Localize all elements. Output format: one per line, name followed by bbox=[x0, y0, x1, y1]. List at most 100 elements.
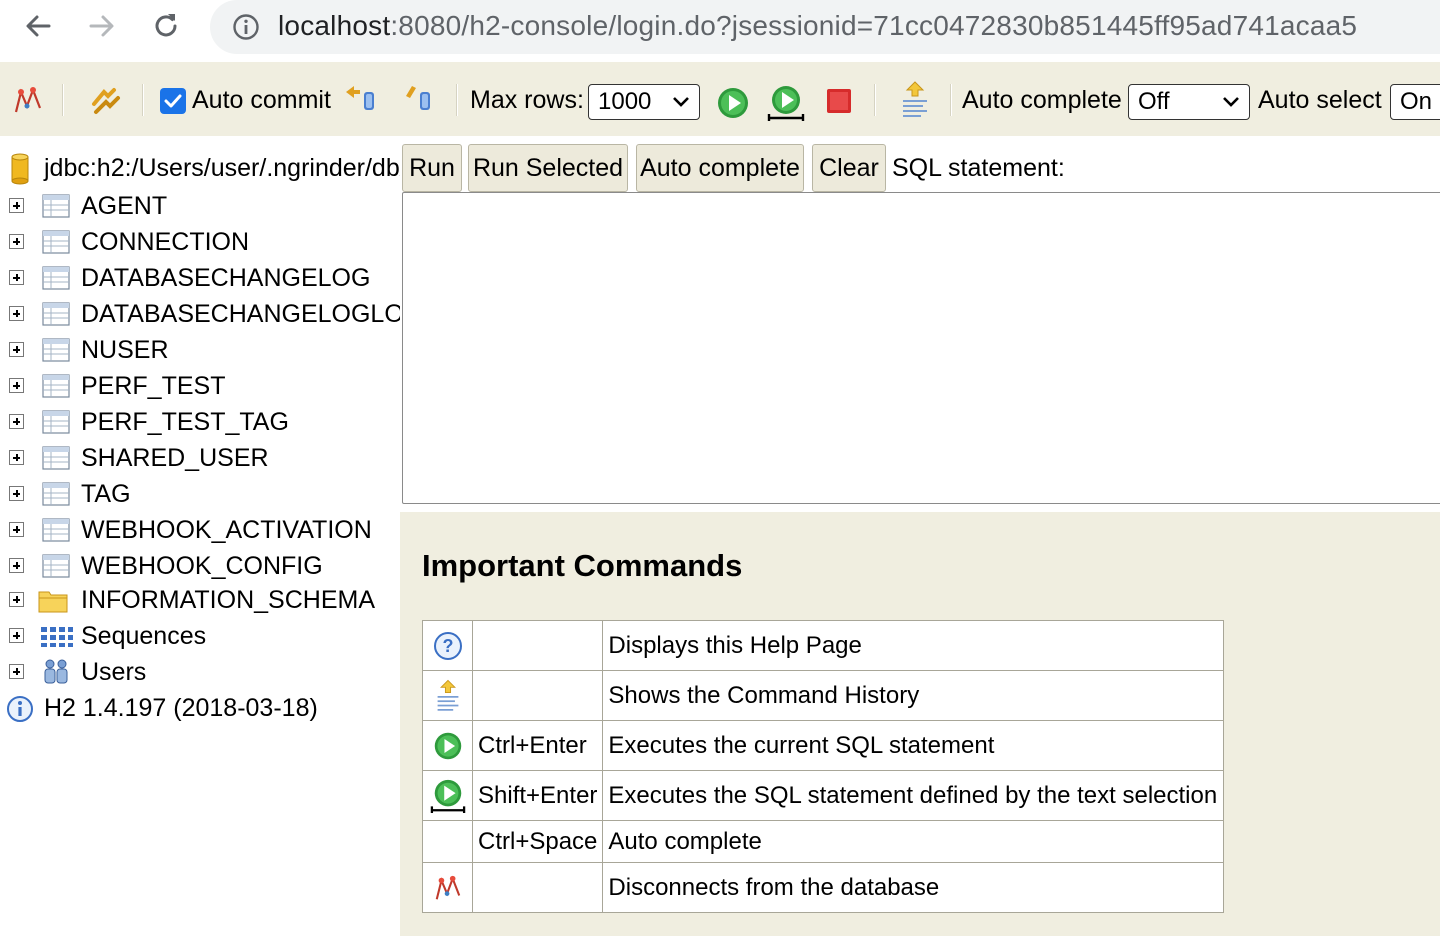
history-icon[interactable] bbox=[900, 80, 930, 120]
history-icon bbox=[435, 677, 461, 715]
help-shortcut: Shift+Enter bbox=[471, 770, 604, 821]
tree-table-row[interactable]: CONNECTION bbox=[0, 224, 400, 260]
run-selected-button[interactable]: Run Selected bbox=[468, 144, 628, 192]
help-title: Important Commands bbox=[422, 548, 743, 583]
tree-table-row[interactable]: AGENT bbox=[0, 188, 400, 224]
help-row: ? Displays this Help Page bbox=[422, 620, 1225, 671]
tree-users-label: Users bbox=[81, 658, 147, 686]
commit-icon[interactable] bbox=[402, 84, 436, 114]
expand-icon[interactable] bbox=[9, 342, 24, 357]
expand-icon[interactable] bbox=[9, 486, 24, 501]
tree-table-label: PERF_TEST bbox=[81, 372, 226, 400]
expand-icon[interactable] bbox=[9, 306, 24, 321]
auto-complete-label: Auto complete bbox=[962, 86, 1122, 114]
tree-sequences-row[interactable]: Sequences bbox=[0, 618, 400, 654]
back-button[interactable] bbox=[16, 6, 60, 46]
tree-table-row[interactable]: TAG bbox=[0, 476, 400, 512]
result-panel: Important Commands ? Displays this Help P… bbox=[400, 512, 1440, 936]
help-icon-cell bbox=[422, 720, 473, 771]
expand-icon[interactable] bbox=[9, 664, 24, 679]
help-shortcut bbox=[471, 620, 604, 671]
folder-icon bbox=[38, 591, 68, 613]
h2-toolbar: Auto commit Max rows: 1000 Auto complete… bbox=[0, 62, 1440, 136]
max-rows-value: 1000 bbox=[598, 88, 652, 115]
expand-icon[interactable] bbox=[9, 450, 24, 465]
tree-sequences-label: Sequences bbox=[81, 622, 207, 650]
refresh-icon[interactable] bbox=[88, 84, 122, 118]
tree-table-label: WEBHOOK_ACTIVATION bbox=[81, 516, 372, 544]
tree-table-label: NUSER bbox=[81, 336, 169, 364]
tree-table-label: DATABASECHANGELOGLOCK bbox=[81, 300, 400, 328]
run-selected-icon[interactable] bbox=[766, 84, 806, 122]
tree-table-row[interactable]: PERF_TEST bbox=[0, 368, 400, 404]
tree-table-row[interactable]: NUSER bbox=[0, 332, 400, 368]
disconnect-icon[interactable] bbox=[12, 84, 44, 116]
help-icon-cell: ? bbox=[422, 620, 473, 671]
tree-table-row[interactable]: PERF_TEST_TAG bbox=[0, 404, 400, 440]
browser-chrome: localhost:8080/h2-console/login.do?jsess… bbox=[0, 0, 1440, 56]
tree-users-row[interactable]: Users bbox=[0, 654, 400, 690]
help-row: Shows the Command History bbox=[422, 670, 1225, 721]
table-icon bbox=[42, 266, 70, 290]
expand-icon[interactable] bbox=[9, 198, 24, 213]
stop-icon[interactable] bbox=[826, 88, 852, 114]
reload-button[interactable] bbox=[144, 6, 188, 46]
toolbar-separator bbox=[142, 84, 144, 116]
help-description: Executes the current SQL statement bbox=[602, 720, 1225, 771]
max-rows-select[interactable]: 1000 bbox=[588, 84, 700, 120]
tree-table-row[interactable]: DATABASECHANGELOG bbox=[0, 260, 400, 296]
expand-icon[interactable] bbox=[9, 522, 24, 537]
help-shortcut bbox=[471, 670, 604, 721]
table-icon bbox=[42, 338, 70, 362]
forward-arrow-icon bbox=[89, 15, 114, 37]
expand-icon[interactable] bbox=[9, 592, 24, 607]
rollback-icon[interactable] bbox=[342, 84, 378, 114]
tree-table-label: DATABASECHANGELOG bbox=[81, 264, 371, 292]
sql-statement-label: SQL statement: bbox=[892, 154, 1065, 182]
run-icon[interactable] bbox=[716, 86, 750, 120]
expand-icon[interactable] bbox=[9, 270, 24, 285]
forward-button[interactable] bbox=[80, 6, 124, 46]
tree-connection-row[interactable]: jdbc:h2:/Users/user/.ngrinder/db/ bbox=[0, 150, 400, 186]
expand-icon[interactable] bbox=[9, 378, 24, 393]
tree-table-label: SHARED_USER bbox=[81, 444, 269, 472]
expand-icon[interactable] bbox=[9, 414, 24, 429]
tree-version-label: H2 1.4.197 (2018-03-18) bbox=[44, 694, 318, 722]
expand-icon[interactable] bbox=[9, 234, 24, 249]
table-icon bbox=[42, 302, 70, 326]
site-info-icon[interactable] bbox=[232, 13, 260, 41]
clear-button[interactable]: Clear bbox=[812, 144, 886, 192]
table-icon bbox=[42, 554, 70, 578]
run-selected-icon bbox=[429, 778, 467, 814]
table-icon bbox=[42, 230, 70, 254]
expand-icon[interactable] bbox=[9, 558, 24, 573]
tree-table-row[interactable]: WEBHOOK_CONFIG bbox=[0, 548, 400, 584]
tree-schema-row[interactable]: INFORMATION_SCHEMA bbox=[0, 582, 400, 618]
tree-table-row[interactable]: WEBHOOK_ACTIVATION bbox=[0, 512, 400, 548]
toolbar-separator bbox=[950, 84, 952, 116]
tree-connection-label: jdbc:h2:/Users/user/.ngrinder/db/ bbox=[44, 154, 400, 182]
auto-complete-button[interactable]: Auto complete bbox=[636, 144, 804, 192]
tree-table-row[interactable]: DATABASECHANGELOGLOCK bbox=[0, 296, 400, 332]
sql-input[interactable] bbox=[402, 192, 1440, 504]
auto-commit-checkbox[interactable] bbox=[160, 88, 186, 114]
address-bar[interactable]: localhost:8080/h2-console/login.do?jsess… bbox=[210, 0, 1440, 54]
help-description: Disconnects from the database bbox=[602, 862, 1225, 913]
auto-select-label: Auto select bbox=[1258, 86, 1382, 114]
run-button[interactable]: Run bbox=[402, 144, 462, 192]
help-row: Ctrl+Space Auto complete bbox=[422, 820, 1225, 863]
auto-complete-select[interactable]: Off bbox=[1128, 84, 1250, 120]
tree-table-row[interactable]: SHARED_USER bbox=[0, 440, 400, 476]
max-rows-label: Max rows: bbox=[470, 86, 584, 114]
chevron-down-icon bbox=[1223, 97, 1239, 107]
expand-icon[interactable] bbox=[9, 628, 24, 643]
help-icon-cell bbox=[422, 862, 473, 913]
help-icon: ? bbox=[433, 631, 463, 661]
url-text[interactable]: localhost:8080/h2-console/login.do?jsess… bbox=[278, 10, 1357, 42]
toolbar-separator bbox=[456, 84, 458, 116]
tree-table-label: CONNECTION bbox=[81, 228, 250, 256]
table-icon bbox=[42, 518, 70, 542]
auto-select-select[interactable]: On bbox=[1390, 84, 1440, 120]
sequences-icon bbox=[41, 627, 73, 647]
help-row: Ctrl+Enter Executes the current SQL state… bbox=[422, 720, 1225, 771]
